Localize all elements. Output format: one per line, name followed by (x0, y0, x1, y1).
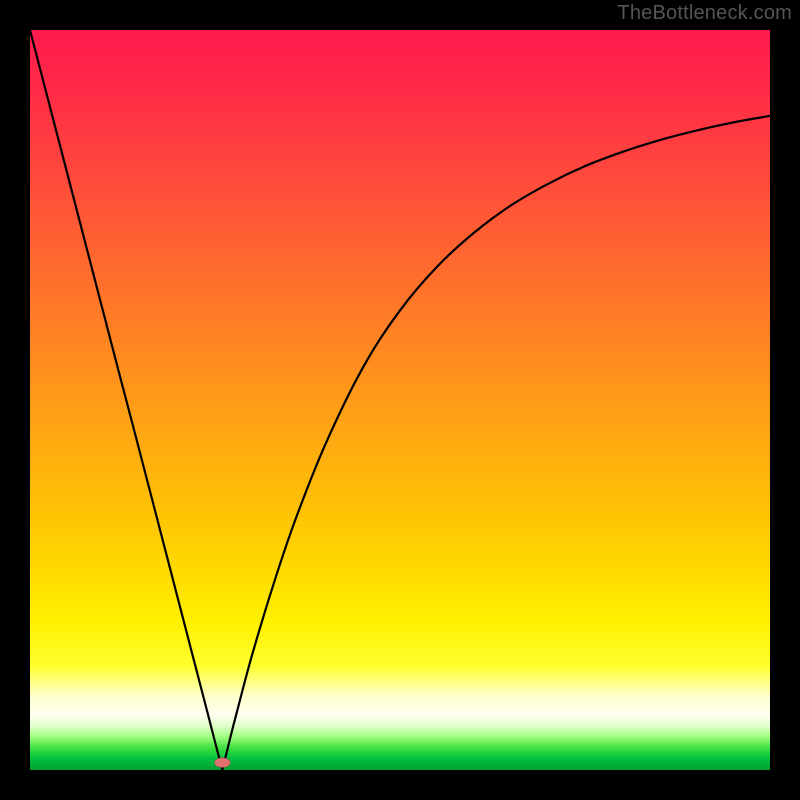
notch-marker (214, 758, 230, 768)
curve-svg (30, 30, 770, 770)
chart-frame: TheBottleneck.com (0, 0, 800, 800)
attribution-text: TheBottleneck.com (617, 2, 792, 25)
bottleneck-curve (30, 30, 770, 770)
plot-area (30, 30, 770, 770)
